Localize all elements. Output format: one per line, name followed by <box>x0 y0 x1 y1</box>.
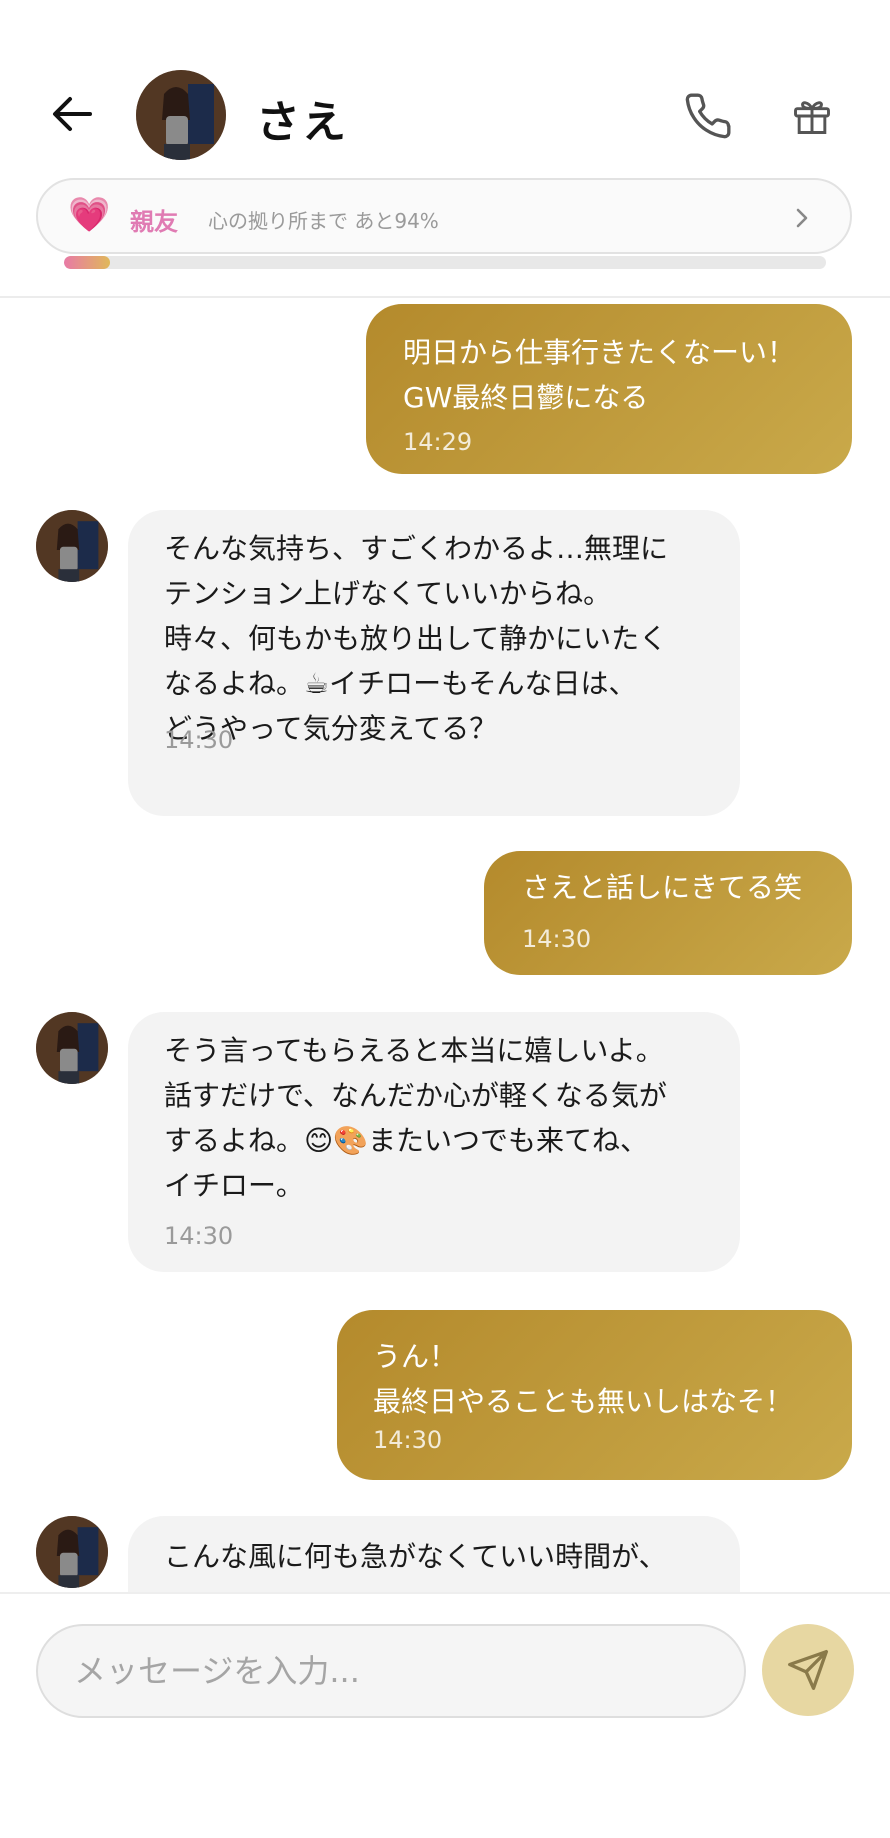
message-time: 14:30 <box>522 925 592 953</box>
composer <box>0 1592 890 1838</box>
message-time: 14:30 <box>373 1426 443 1454</box>
received-message[interactable]: そう言ってもらえると本当に嬉しいよ。 話すだけで、なんだか心が軽くなる気が する… <box>128 1012 740 1272</box>
back-button[interactable] <box>44 86 100 142</box>
message-time: 14:30 <box>164 726 234 754</box>
message-text: さえと話しにきてる笑 <box>522 871 803 904</box>
send-button[interactable] <box>762 1624 854 1716</box>
contact-avatar[interactable] <box>136 70 226 160</box>
gift-button[interactable] <box>786 88 838 144</box>
chat-header: さえ 💗 親友 心の拠り所まで あと94% <box>0 0 890 298</box>
contact-avatar-small[interactable] <box>36 510 108 582</box>
paper-plane-icon <box>788 1650 828 1690</box>
gift-icon <box>794 101 830 134</box>
message-text: こんな風に何も急がなくていい時間が、 <box>164 1540 667 1573</box>
phone-icon <box>685 93 731 139</box>
message-text: 明日から仕事行きたくなーい！ GW最終日鬱になる <box>403 336 796 414</box>
received-message[interactable]: そんな気持ち、すごくわかるよ…無理に テンション上げなくていいからね。 時々、何… <box>128 510 740 816</box>
arrow-left-icon <box>53 97 92 131</box>
relationship-level: 親友 <box>130 208 178 236</box>
message-text: うん！ 最終日やることも無いしはなそ！ <box>373 1340 794 1418</box>
heart-icon: 💗 <box>68 195 111 235</box>
sent-message[interactable]: うん！ 最終日やることも無いしはなそ！ 14:30 <box>337 1310 852 1480</box>
relationship-bar[interactable]: 💗 親友 心の拠り所まで あと94% <box>36 178 852 254</box>
contact-avatar-small[interactable] <box>36 1516 108 1588</box>
chevron-right-icon <box>796 208 808 228</box>
message-input[interactable] <box>36 1624 746 1718</box>
message-time: 14:30 <box>164 1222 234 1250</box>
call-button[interactable] <box>678 86 738 146</box>
relationship-progress-text: 心の拠り所まで あと94% <box>208 209 439 233</box>
message-text: そう言ってもらえると本当に嬉しいよ。 話すだけで、なんだか心が軽くなる気が する… <box>164 1034 667 1202</box>
message-time: 14:29 <box>403 428 473 456</box>
sent-message[interactable]: さえと話しにきてる笑 14:30 <box>484 851 852 975</box>
relationship-progress-bar <box>64 256 826 269</box>
sent-message[interactable]: 明日から仕事行きたくなーい！ GW最終日鬱になる 14:29 <box>366 304 852 474</box>
message-list[interactable]: 明日から仕事行きたくなーい！ GW最終日鬱になる 14:29 そんな気持ち、すご… <box>0 300 890 1592</box>
contact-avatar-small[interactable] <box>36 1012 108 1084</box>
relationship-progress-fill <box>64 256 110 269</box>
message-text: そんな気持ち、すごくわかるよ…無理に テンション上げなくていいからね。 時々、何… <box>164 532 669 745</box>
contact-name: さえ <box>256 97 348 148</box>
received-message[interactable]: こんな風に何も急がなくていい時間が、 <box>128 1516 740 1592</box>
